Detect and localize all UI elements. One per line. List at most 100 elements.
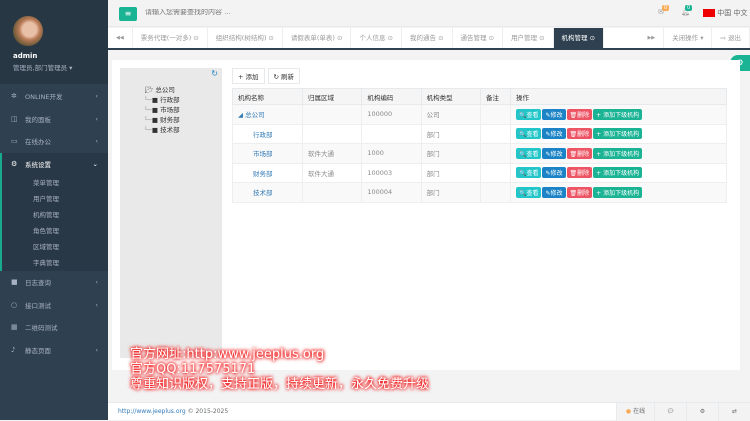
- footer-link[interactable]: http://www.jeeplus.org: [118, 408, 186, 415]
- swap-icon[interactable]: ⇄: [718, 403, 750, 421]
- delete-button[interactable]: 🗑删除: [566, 108, 593, 120]
- table-cell[interactable]: 财务部: [232, 162, 303, 183]
- edit-button[interactable]: ✎修改: [542, 186, 566, 198]
- view-button[interactable]: 🔍查看: [516, 147, 542, 159]
- add-child-button[interactable]: + 添加下级机构: [593, 167, 643, 179]
- sidebar-item[interactable]: ▦ 二维码测试: [0, 316, 108, 339]
- tab[interactable]: 通告管理 ⊙: [453, 28, 504, 48]
- edit-button[interactable]: ✎修改: [542, 128, 566, 140]
- sidebar-item[interactable]: ⚙ 系统设置 ⌄: [0, 152, 108, 175]
- menu-icon: ▦: [11, 323, 18, 332]
- tab[interactable]: 票务代理(一对多) ⊙: [133, 28, 208, 48]
- folder-open-icon: 📂︎: [145, 86, 154, 94]
- bell-icon[interactable]: 🔔︎ 0: [681, 5, 693, 16]
- add-child-button[interactable]: + 添加下级机构: [593, 147, 643, 159]
- submenu-item[interactable]: 用户管理: [2, 191, 108, 207]
- delete-button[interactable]: 🗑删除: [566, 128, 593, 140]
- table-row: 行政部 部门 🔍查看 ✎修改 🗑删除 + 添加下级机构: [232, 123, 727, 144]
- tree-node-root[interactable]: 📂︎ 总公司: [145, 84, 175, 94]
- table-cell: 公司: [420, 104, 482, 125]
- tab-bar: ◀◀ 票务代理(一对多) ⊙ 组织结构(树结构) ⊙ 请假表单(单表) ⊙ 个人信息 ⊙…: [108, 28, 750, 50]
- add-button[interactable]: + 添加: [232, 68, 265, 84]
- tab[interactable]: 请假表单(单表) ⊙: [283, 28, 352, 48]
- tab-scroll-right-icon[interactable]: ▶▶: [639, 28, 665, 48]
- table-cell[interactable]: 行政部: [232, 123, 303, 144]
- submenu-item[interactable]: 区域管理: [2, 239, 108, 255]
- sidebar-item[interactable]: ✲ ONLINE开发 ‹: [0, 85, 108, 108]
- view-button[interactable]: 🔍查看: [516, 186, 542, 198]
- table-cell[interactable]: 技术部: [232, 182, 303, 203]
- sidebar-item-label: 我的面板: [25, 115, 51, 124]
- menu-toggle-button[interactable]: ≡: [119, 7, 137, 21]
- table-cell: [480, 123, 511, 144]
- table-cell: 部门: [420, 162, 482, 183]
- submenu-item[interactable]: 机构管理: [2, 207, 108, 223]
- sidebar-item[interactable]: ▭ 在线办公 ‹: [0, 130, 108, 153]
- view-button[interactable]: 🔍查看: [516, 108, 542, 120]
- edit-button[interactable]: ✎修改: [542, 147, 566, 159]
- sidebar-item[interactable]: ♪ 静态页面 ‹: [0, 339, 108, 362]
- tab-scroll-left-icon[interactable]: ◀◀: [108, 28, 133, 48]
- view-button[interactable]: 🔍查看: [516, 167, 542, 179]
- refresh-button[interactable]: ↻ 刷新: [267, 68, 301, 84]
- sidebar-item[interactable]: ○ 接口测试 ‹: [0, 294, 108, 317]
- mail-icon[interactable]: ✉ 0: [658, 5, 670, 16]
- org-tree: ↻ 📂︎ 总公司 └─■ 行政部 └─■ 市场部 └─■ 财务部 └─■ 技术部: [120, 68, 222, 358]
- table-cell: [480, 104, 511, 125]
- sidebar-item[interactable]: ■ 日志查询 ‹: [0, 271, 108, 294]
- search-input[interactable]: [145, 9, 345, 16]
- edit-button[interactable]: ✎修改: [542, 167, 566, 179]
- sidebar-item[interactable]: ◫ 我的面板 ‹: [0, 108, 108, 131]
- logout-button[interactable]: ⇨ 退出: [712, 28, 750, 48]
- chevron-left-icon: ‹: [95, 278, 98, 287]
- view-button[interactable]: 🔍查看: [516, 128, 542, 140]
- delete-button[interactable]: 🗑删除: [566, 147, 593, 159]
- table-cell: 部门: [420, 123, 482, 144]
- online-status-button[interactable]: ● 在线: [616, 403, 654, 421]
- tab[interactable]: 组织结构(树结构) ⊙: [208, 28, 283, 48]
- actions-cell: 🔍查看 ✎修改 🗑删除 + 添加下级机构: [510, 143, 727, 164]
- tree-node[interactable]: └─■ 技术部: [144, 124, 180, 134]
- tab[interactable]: 机构管理 ⊙: [553, 28, 605, 48]
- table-cell[interactable]: ◢ 总公司: [232, 104, 303, 125]
- role-dropdown[interactable]: 管理员,部门管理员 ▾: [13, 62, 108, 72]
- add-child-button[interactable]: + 添加下级机构: [593, 108, 643, 120]
- delete-button[interactable]: 🗑删除: [566, 167, 593, 179]
- tree-node[interactable]: └─■ 行政部: [144, 94, 180, 104]
- tab[interactable]: 用户管理 ⊙: [503, 28, 554, 48]
- close-operations-dropdown[interactable]: 关闭操作 ▾: [664, 28, 713, 48]
- chat-icon[interactable]: 💬︎: [654, 403, 686, 421]
- add-child-button[interactable]: + 添加下级机构: [593, 186, 643, 198]
- avatar[interactable]: [13, 16, 43, 46]
- submenu-item[interactable]: 字典管理: [2, 255, 108, 271]
- table-row: 市场部 软件大通 1000 部门 🔍查看 ✎修改 🗑删除 + 添加下级机构: [232, 143, 727, 164]
- tree-node[interactable]: └─■ 市场部: [144, 104, 180, 114]
- submenu-item[interactable]: 菜单管理: [2, 175, 108, 191]
- table-cell: 软件大通: [301, 162, 363, 183]
- submenu-item[interactable]: 角色管理: [2, 223, 108, 239]
- bell-badge: 0: [685, 5, 693, 11]
- tab[interactable]: 我的通告 ⊙: [402, 28, 453, 48]
- submenu: 菜单管理 用户管理 机构管理 角色管理 区域管理 字典管理: [0, 175, 108, 271]
- menu-icon: ▭: [11, 137, 18, 146]
- table-cell: 100004: [361, 182, 422, 203]
- table-cell[interactable]: 市场部: [232, 143, 303, 164]
- sidebar-item-label: 日志查询: [25, 279, 51, 288]
- column-header: 机构名称: [232, 88, 303, 105]
- edit-button[interactable]: ✎修改: [542, 108, 566, 120]
- chevron-left-icon: ‹: [95, 114, 98, 123]
- copyright: © 2015-2025: [185, 408, 229, 415]
- tree-node[interactable]: └─■ 财务部: [144, 114, 180, 124]
- tab[interactable]: 个人信息 ⊙: [351, 28, 402, 48]
- table-cell: 100000: [361, 104, 422, 125]
- delete-button[interactable]: 🗑删除: [566, 186, 593, 198]
- column-header: 机构类型: [420, 88, 482, 105]
- gear-icon[interactable]: ⚙: [686, 403, 718, 421]
- actions-cell: 🔍查看 ✎修改 🗑删除 + 添加下级机构: [510, 162, 727, 183]
- table-row: 财务部 软件大通 100003 部门 🔍查看 ✎修改 🗑删除 + 添加下级机构: [232, 162, 727, 183]
- table-row: ◢ 总公司 100000 公司 🔍查看 ✎修改 🗑删除 + 添加下级机构: [232, 104, 727, 125]
- refresh-icon[interactable]: ↻: [211, 69, 218, 78]
- language-selector[interactable]: 中国 中文: [703, 8, 747, 18]
- chevron-down-icon: ⌄: [92, 159, 98, 168]
- add-child-button[interactable]: + 添加下级机构: [593, 128, 643, 140]
